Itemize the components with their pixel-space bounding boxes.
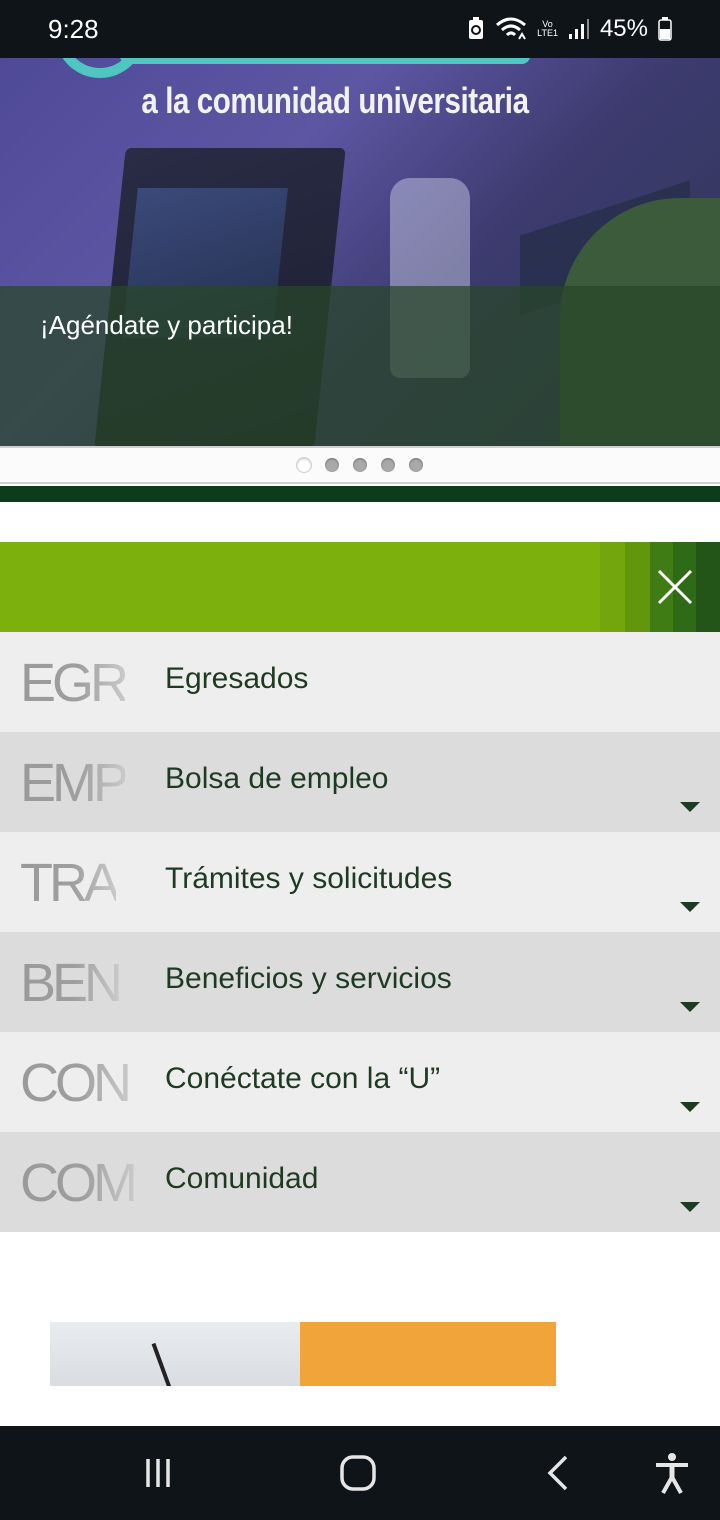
status-bar: 9:28 Vo LTE1 45% <box>0 0 720 58</box>
promo-image[interactable] <box>50 1322 556 1386</box>
menu-item-abbr: BEN <box>20 953 123 1013</box>
battery-icon <box>658 17 672 41</box>
menu-item-abbr: EMP <box>20 753 129 813</box>
hero-caption: ¡Agéndate y participa! <box>40 310 293 340</box>
network-label: Vo LTE1 <box>537 20 558 38</box>
network-label-bottom: LTE1 <box>537 28 558 38</box>
menu-item-egresados[interactable]: EGR Egresados <box>0 632 720 732</box>
carousel-dot[interactable] <box>353 458 367 472</box>
status-time: 9:28 <box>48 13 99 44</box>
menu-item-label: Egresados <box>165 662 309 695</box>
home-icon <box>340 1455 376 1491</box>
menu-item-label: Bolsa de empleo <box>165 762 389 795</box>
system-nav-bar <box>0 1426 720 1520</box>
screen: 9:28 Vo LTE1 45% a la comunidad universi… <box>0 0 720 1520</box>
carousel-dot[interactable] <box>381 458 395 472</box>
recents-icon <box>146 1459 170 1487</box>
accessibility-icon <box>656 1453 688 1494</box>
menu-item-abbr: EGR <box>20 653 129 713</box>
menu-item-tramites[interactable]: TRA Trámites y solicitudes <box>0 832 720 932</box>
logo-bar-graphic <box>120 58 530 64</box>
expand-caret-icon[interactable] <box>680 1102 700 1112</box>
menu-item-label: Trámites y solicitudes <box>165 862 453 895</box>
menu-item-beneficios[interactable]: BEN Beneficios y servicios <box>0 932 720 1032</box>
carousel-dot[interactable] <box>325 458 339 472</box>
menu-item-label: Beneficios y servicios <box>165 962 452 995</box>
hero-title: a la comunidad universitaria <box>141 80 529 121</box>
menu-item-abbr: COM <box>20 1153 138 1213</box>
wifi-icon <box>496 17 527 40</box>
menu-item-abbr: CON <box>20 1053 132 1113</box>
pen-graphic <box>151 1342 173 1386</box>
home-button[interactable] <box>328 1448 388 1498</box>
carousel-dot[interactable] <box>409 458 423 472</box>
battery-saver-icon <box>469 17 484 39</box>
accessibility-button[interactable] <box>642 1448 702 1498</box>
back-icon <box>547 1455 568 1491</box>
divider-band <box>0 486 720 502</box>
carousel-dot[interactable] <box>297 458 311 472</box>
menu-item-label: Conéctate con la “U” <box>165 1062 441 1095</box>
menu-item-bolsa-de-empleo[interactable]: EMP Bolsa de empleo <box>0 732 720 832</box>
carousel-indicators <box>0 446 720 484</box>
menu-item-label: Comunidad <box>165 1162 319 1195</box>
header-stripe <box>600 542 625 632</box>
close-menu-button[interactable] <box>630 542 720 632</box>
expand-caret-icon[interactable] <box>680 1002 700 1012</box>
menu-list: EGR Egresados EMP Bolsa de empleo TRA Tr… <box>0 632 720 1232</box>
status-icons: Vo LTE1 45% <box>467 15 672 43</box>
battery-percent: 45% <box>599 15 648 42</box>
back-button[interactable] <box>530 1448 590 1498</box>
menu-item-conectate[interactable]: CON Conéctate con la “U” <box>0 1032 720 1132</box>
promo-image-left <box>50 1322 300 1386</box>
expand-caret-icon[interactable] <box>680 802 700 812</box>
promo-image-right <box>300 1322 556 1386</box>
recents-button[interactable] <box>128 1448 188 1498</box>
close-icon <box>657 569 693 605</box>
menu-item-abbr: TRA <box>20 853 120 913</box>
menu-header <box>0 542 720 632</box>
content-gap <box>0 1386 720 1426</box>
signal-icon <box>568 19 589 39</box>
expand-caret-icon[interactable] <box>680 902 700 912</box>
expand-caret-icon[interactable] <box>680 1202 700 1212</box>
menu-item-comunidad[interactable]: COM Comunidad <box>0 1132 720 1232</box>
hero-banner[interactable]: a la comunidad universitaria ¡Agéndate y… <box>0 58 720 446</box>
